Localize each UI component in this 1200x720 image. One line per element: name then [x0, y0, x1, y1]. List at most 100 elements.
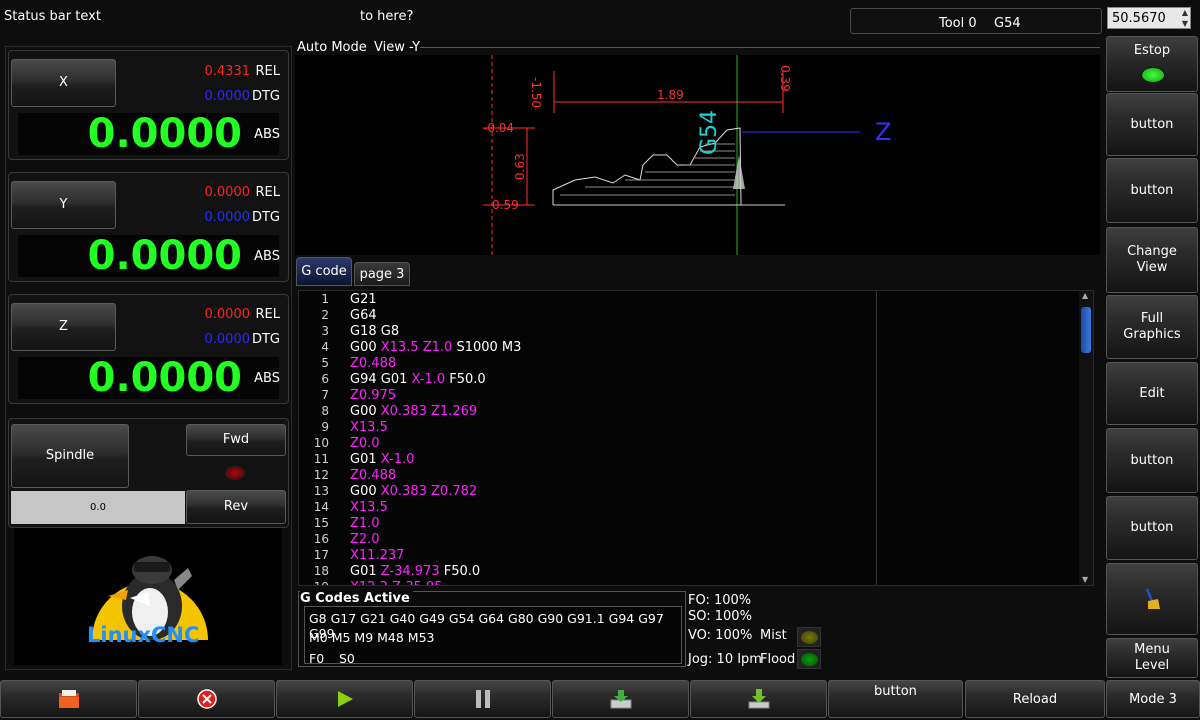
line-number: 13: [313, 484, 329, 498]
open-file-button[interactable]: [0, 680, 137, 718]
gcode-line: X13.5: [350, 420, 870, 436]
full-graphics-button[interactable]: Full Graphics: [1106, 295, 1198, 359]
edit-button[interactable]: Edit: [1106, 362, 1198, 425]
gcode-token: X13.5: [350, 500, 388, 515]
gcode-line: X13.5: [350, 500, 870, 516]
gcode-token: G00: [350, 404, 381, 419]
gcode-editor[interactable]: 12345678910111213141516171819 G21G64G18 …: [298, 290, 1094, 586]
view-label: View -Y: [374, 40, 421, 55]
gcode-line: G00 X0.383 Z1.269: [350, 404, 870, 420]
dro-x-panel: X 0.4331 REL 0.0000 DTG 0.0000 ABS: [8, 50, 289, 160]
gcode-line: G01 Z-34.973 F50.0: [350, 564, 870, 580]
flood-label: Flood: [760, 652, 796, 667]
x-dtg-label: DTG: [251, 89, 280, 104]
dro-z-panel: Z 0.0000 REL 0.0000 DTG 0.0000 ABS: [8, 294, 289, 404]
gcode-token: Z0.488: [350, 356, 397, 371]
axis-z-button[interactable]: Z: [11, 303, 116, 351]
z-abs-label: ABS: [254, 371, 280, 386]
line-number: 10: [313, 436, 329, 450]
side-button-3[interactable]: button: [1106, 428, 1198, 493]
gcode-token: Z0.0: [350, 436, 380, 451]
graphics-preview[interactable]: -1.50 0.39 1.89 -0.04 0.59 0.63 G54 Z: [295, 55, 1100, 255]
side-button-1[interactable]: button: [1106, 93, 1198, 156]
stop-icon: [196, 689, 217, 709]
dim-width: 1.89: [657, 88, 684, 102]
dro-y-panel: Y 0.0000 REL 0.0000 DTG 0.0000 ABS: [8, 172, 289, 282]
broom-icon: [1145, 588, 1160, 609]
gcode-line: G64: [350, 308, 870, 324]
clear-button[interactable]: [1106, 563, 1198, 635]
reload-button[interactable]: Reload: [965, 680, 1105, 718]
active-speed: S0: [339, 651, 355, 666]
scroll-down-icon[interactable]: ▼: [1082, 575, 1088, 584]
download-button[interactable]: [690, 680, 827, 718]
status-bar-center-text: to here?: [360, 9, 414, 24]
bottom-button[interactable]: button: [828, 680, 963, 718]
gcode-line: G00 X0.383 Z0.782: [350, 484, 870, 500]
side-button-4[interactable]: button: [1106, 496, 1198, 560]
tool-info-panel: Tool 0 G54: [850, 8, 1102, 34]
y-dtg-label: DTG: [251, 210, 280, 225]
line-number-gutter: 12345678910111213141516171819: [299, 292, 329, 585]
abort-button[interactable]: [138, 680, 275, 718]
z-axis-label: Z: [875, 118, 892, 146]
gcode-token: X0.383 Z1.269: [380, 404, 478, 419]
menu-level-button[interactable]: Menu Level: [1106, 638, 1198, 678]
axis-x-button[interactable]: X: [11, 59, 116, 107]
tab-page-3[interactable]: page 3: [354, 262, 410, 286]
estop-led: [1141, 67, 1165, 83]
line-number: 16: [313, 532, 329, 546]
y-rel-label: REL: [255, 185, 281, 200]
gcode-token: G18 G8: [350, 324, 400, 339]
gcode-token: X-1.0: [411, 372, 446, 387]
gcode-token: X13.5 Z1.0: [380, 340, 453, 355]
spindle-fwd-button[interactable]: Fwd: [186, 424, 286, 456]
value-spinbox[interactable]: 50.5670 ▲ ▼: [1107, 7, 1191, 29]
scrollbar-thumb[interactable]: [1081, 307, 1091, 353]
pause-button[interactable]: [414, 680, 551, 718]
change-view-button[interactable]: Change View: [1106, 227, 1198, 293]
status-bar: Status bar text to here?: [0, 0, 845, 34]
y-dtg-value: 0.0000: [204, 210, 251, 225]
x-abs-display: 0.0000 ABS: [18, 111, 280, 157]
tab-gcode[interactable]: G code: [296, 257, 352, 286]
mode-button[interactable]: Mode 3: [1106, 680, 1200, 718]
spin-up-icon[interactable]: ▲: [1182, 8, 1188, 17]
gcode-token: Z0.975: [350, 388, 397, 403]
estop-button[interactable]: Estop: [1106, 36, 1198, 92]
gcode-line: Z0.488: [350, 468, 870, 484]
load-button[interactable]: [552, 680, 689, 718]
x-abs-label: ABS: [254, 127, 280, 142]
mist-led: [797, 627, 821, 647]
side-button-2[interactable]: button: [1106, 158, 1198, 223]
x-abs-value: 0.0000: [87, 111, 242, 157]
scroll-up-icon[interactable]: ▲: [1082, 291, 1088, 300]
run-button[interactable]: [276, 680, 413, 718]
mode-line-divider: [420, 47, 1100, 48]
gcodes-active-box: G8 G17 G21 G40 G49 G54 G64 G80 G90 G91.1…: [304, 606, 682, 666]
axis-y-button[interactable]: Y: [11, 181, 116, 229]
line-number: 14: [313, 500, 329, 514]
line-number: 1: [321, 292, 329, 306]
x-rel-value: 0.4331: [204, 64, 251, 79]
feed-override: FO: 100%: [688, 593, 752, 608]
x-rel-label: REL: [255, 64, 281, 79]
status-bar-text: Status bar text: [4, 9, 101, 24]
spin-down-icon[interactable]: ▼: [1182, 19, 1188, 28]
gcode-token: X11.237: [350, 548, 405, 563]
tool-number: Tool 0: [939, 16, 977, 31]
spindle-rev-button[interactable]: Rev: [186, 490, 286, 524]
gcode-line: Z0.975: [350, 388, 870, 404]
y-abs-value: 0.0000: [87, 233, 242, 279]
gcode-token: Z1.0: [350, 516, 380, 531]
line-number: 12: [313, 468, 329, 482]
gcode-token: G94 G01: [350, 372, 412, 387]
editor-scrollbar[interactable]: ▲ ▼: [1079, 291, 1093, 585]
active-feed: F0: [309, 651, 325, 666]
spindle-button[interactable]: Spindle: [11, 424, 129, 488]
line-number: 5: [321, 356, 329, 370]
gcode-token: G21: [350, 292, 377, 307]
flood-led: [797, 649, 821, 669]
gcode-line: Z2.0: [350, 532, 870, 548]
line-number: 4: [321, 340, 329, 354]
